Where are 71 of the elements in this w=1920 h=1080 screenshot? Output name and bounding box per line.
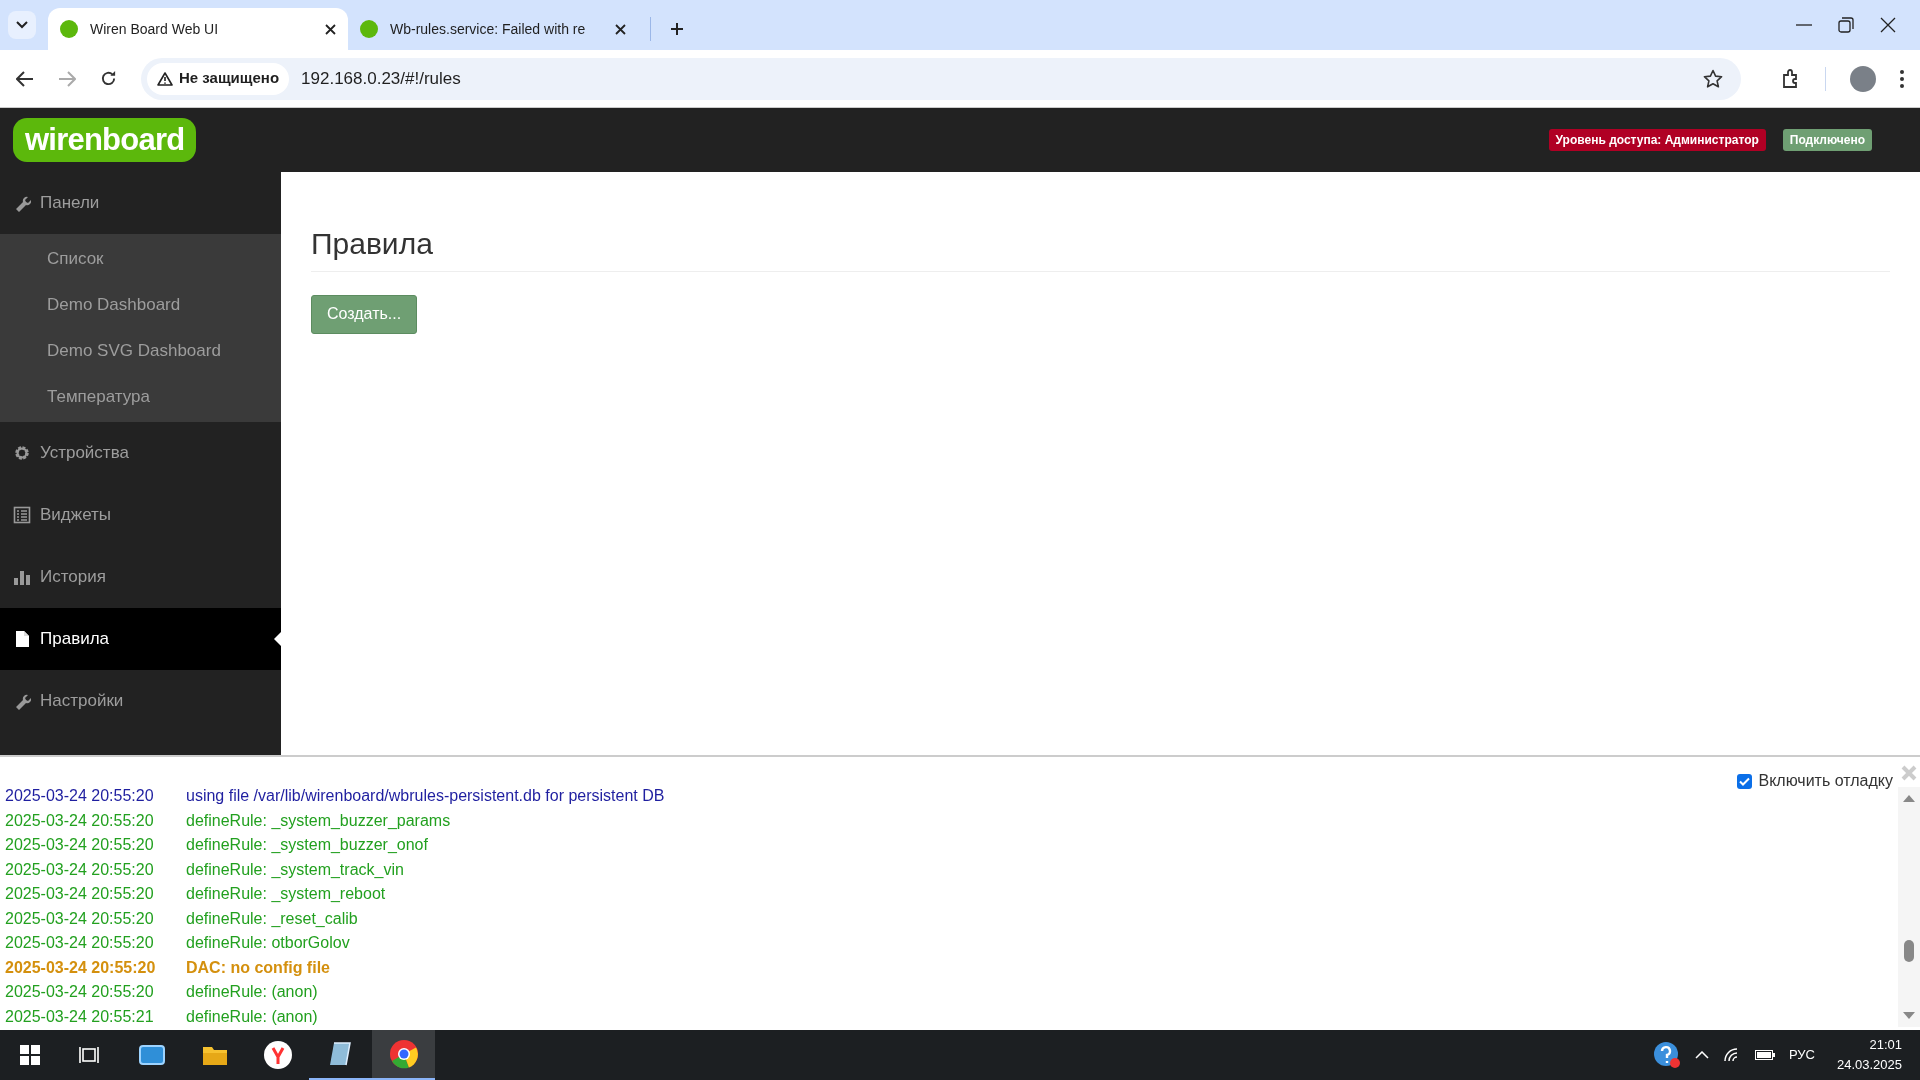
- log-timestamp: 2025-03-24 20:55:20: [5, 982, 155, 1003]
- plus-icon: [670, 22, 684, 36]
- sidebar-subitem[interactable]: Demo Dashboard: [0, 282, 281, 328]
- log-timestamp: 2025-03-24 20:55:20: [5, 835, 155, 856]
- bar-chart-icon: [13, 568, 31, 586]
- task-view-icon: [79, 1045, 101, 1065]
- back-icon[interactable]: [16, 70, 34, 87]
- language-indicator[interactable]: РУС: [1788, 1045, 1815, 1065]
- log-message: using file /var/lib/wirenboard/wbrules-persistent.db for persistent DB: [186, 786, 665, 807]
- log-timestamp: 2025-03-24 20:55:20: [5, 957, 157, 978]
- gear-icon: [13, 444, 31, 462]
- clock[interactable]: 21:01 24.03.2025: [1828, 1035, 1910, 1075]
- bookmark-star-icon[interactable]: [1703, 68, 1723, 89]
- scrollbar[interactable]: [1898, 787, 1920, 1027]
- windows-logo-icon: [20, 1045, 40, 1065]
- debug-checkbox[interactable]: [1736, 773, 1752, 789]
- scroll-down-icon[interactable]: [1903, 1012, 1915, 1019]
- log-timestamp: 2025-03-24 20:55:20: [5, 884, 155, 905]
- url-text: 192.168.0.23/#!/rules: [301, 67, 461, 90]
- tab-title: Wiren Board Web UI: [90, 19, 220, 39]
- document-icon: [13, 630, 31, 648]
- sidebar-subitem[interactable]: Demo SVG Dashboard: [0, 328, 281, 374]
- log-message: defineRule: (anon): [186, 982, 318, 1003]
- reload-icon[interactable]: [100, 70, 117, 87]
- tab-title: Wb-rules.service: Failed with re: [390, 19, 587, 39]
- help-icon[interactable]: [1652, 1041, 1681, 1069]
- log-message: defineRule: _system_buzzer_params: [186, 810, 451, 831]
- log-message: defineRule: _system_buzzer_onof: [186, 835, 428, 856]
- scrollbar-thumb[interactable]: [1904, 940, 1914, 962]
- close-icon[interactable]: [615, 23, 626, 35]
- chevron-down-icon: [16, 21, 28, 29]
- close-icon[interactable]: [325, 23, 336, 35]
- log-message: defineRule: _system_track_vin: [186, 859, 404, 880]
- log-timestamp: 2025-03-24 20:55:20: [5, 908, 155, 929]
- list-icon: [13, 506, 31, 524]
- browser-tab[interactable]: Wb-rules.service: Failed with re: [348, 8, 638, 50]
- log-message: defineRule: otborGolov: [186, 933, 350, 954]
- log-message: DAC: no config file: [186, 957, 330, 978]
- warning-icon: [157, 71, 173, 86]
- status-badge: Уровень доступа: Администратор: [1548, 129, 1766, 151]
- favicon-icon: [60, 20, 78, 38]
- favicon-icon: [360, 20, 378, 38]
- security-chip[interactable]: Не защищено: [147, 62, 290, 95]
- restore-icon[interactable]: [1838, 17, 1854, 33]
- log-timestamp: 2025-03-24 20:55:20: [5, 786, 155, 807]
- tab-list-button[interactable]: [8, 11, 36, 39]
- status-badge: Подключено: [1782, 129, 1872, 151]
- sidebar-item[interactable]: Правила: [0, 608, 281, 670]
- sidebar-subitem[interactable]: Температура: [0, 374, 281, 420]
- address-bar[interactable]: Не защищено 192.168.0.23/#!/rules: [141, 57, 1741, 100]
- close-icon[interactable]: [1880, 17, 1896, 33]
- chrome-icon[interactable]: [372, 1030, 435, 1080]
- sidebar-subitem[interactable]: Список: [0, 236, 281, 282]
- active-pointer: [274, 632, 281, 646]
- log-timestamp: 2025-03-24 20:55:20: [5, 810, 155, 831]
- profile-avatar[interactable]: [1850, 65, 1876, 92]
- log-timestamp: 2025-03-24 20:55:21: [5, 1006, 155, 1027]
- page-title: Правила: [311, 226, 434, 262]
- create-button[interactable]: Создать...: [311, 294, 418, 334]
- browser-tab[interactable]: Wiren Board Web UI: [48, 8, 348, 50]
- log-message: defineRule: _system_reboot: [186, 884, 386, 905]
- chevron-up-icon[interactable]: [1694, 1051, 1709, 1059]
- log-timestamp: 2025-03-24 20:55:20: [5, 933, 155, 954]
- log-timestamp: 2025-03-24 20:55:20: [5, 859, 155, 880]
- debug-toggle-label: Включить отладку: [1758, 771, 1893, 791]
- menu-icon[interactable]: [1900, 69, 1904, 88]
- log-message: defineRule: (anon): [186, 1006, 318, 1027]
- log-message: defineRule: _reset_calib: [186, 908, 358, 929]
- battery-icon[interactable]: [1754, 1050, 1775, 1060]
- security-label: Не защищено: [179, 68, 280, 89]
- scroll-up-icon[interactable]: [1903, 795, 1915, 802]
